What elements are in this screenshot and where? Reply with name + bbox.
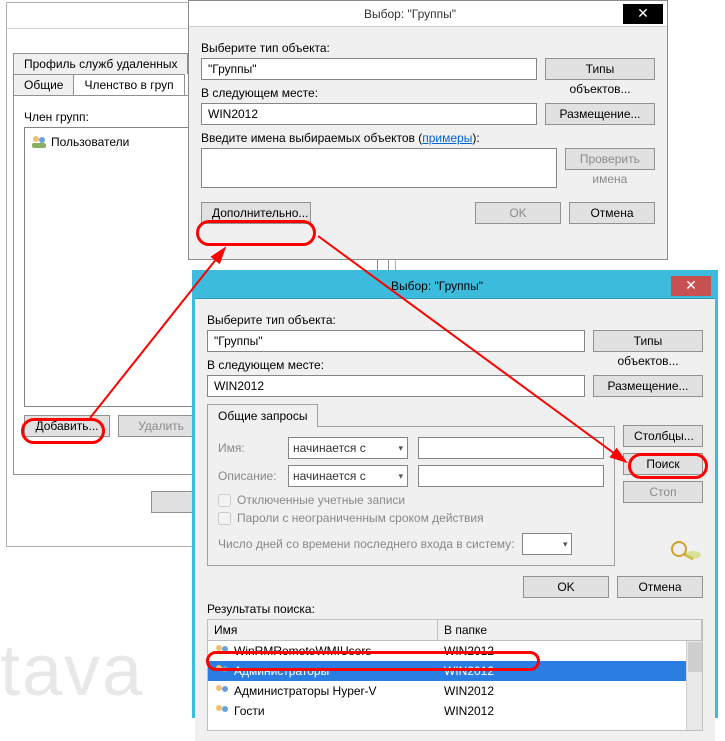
table-row[interactable]: Гости WIN2012 xyxy=(208,701,702,721)
results-label: Результаты поиска: xyxy=(207,602,703,616)
dialog1-ok-button[interactable]: OK xyxy=(475,202,561,224)
magnifier-icon xyxy=(667,539,703,561)
select-groups-dialog-2: Выбор: "Группы" ✕ Выберите тип объекта: … xyxy=(192,270,718,718)
group-icon xyxy=(214,663,230,679)
table-row[interactable]: WinRMRemoteWMIUsers WIN2012 xyxy=(208,641,702,661)
group-icon xyxy=(214,683,230,699)
location-button-2[interactable]: Размещение... xyxy=(593,375,703,397)
results-header: Имя В папке xyxy=(207,619,703,641)
add-button[interactable]: Добавить... xyxy=(24,415,110,437)
table-row[interactable]: Администраторы Hyper-V WIN2012 xyxy=(208,681,702,701)
search-button[interactable]: Поиск xyxy=(623,453,703,475)
name-combo[interactable]: начинается с▾ xyxy=(288,437,408,459)
dialog1-type-label: Выберите тип объекта: xyxy=(201,41,655,55)
tab-membership[interactable]: Членство в груп xyxy=(73,74,184,95)
desc-label: Описание: xyxy=(218,469,278,483)
nopwd-checkbox[interactable]: Пароли с неограниченным сроком действия xyxy=(218,511,604,525)
results-scrollbar[interactable] xyxy=(686,641,702,730)
tab-general[interactable]: Общие xyxy=(13,74,74,95)
dialog2-titlebar: Выбор: "Группы" ✕ xyxy=(195,273,715,299)
col-name-header[interactable]: Имя xyxy=(208,620,438,640)
group-icon xyxy=(31,134,47,150)
dialog1-location-field: WIN2012 xyxy=(201,103,537,125)
dialog1-type-field: "Группы" xyxy=(201,58,537,80)
check-names-button[interactable]: Проверить имена xyxy=(565,148,655,170)
types-button[interactable]: Типы объектов... xyxy=(545,58,655,80)
location-button[interactable]: Размещение... xyxy=(545,103,655,125)
results-list[interactable]: WinRMRemoteWMIUsers WIN2012 Администрато… xyxy=(207,641,703,731)
columns-button[interactable]: Столбцы... xyxy=(623,425,703,447)
days-combo[interactable]: ▾ xyxy=(522,533,572,555)
dialog2-type-field: "Группы" xyxy=(207,330,585,352)
stop-button[interactable]: Стоп xyxy=(623,481,703,503)
col-folder-header[interactable]: В папке xyxy=(438,620,702,640)
close-button-2[interactable]: ✕ xyxy=(671,276,711,296)
types-button-2[interactable]: Типы объектов... xyxy=(593,330,703,352)
dialog1-title: Выбор: "Группы" xyxy=(197,7,623,21)
desc-input[interactable] xyxy=(418,465,604,487)
dialog2-title: Выбор: "Группы" xyxy=(203,279,671,293)
dialog1-names-label: Введите имена выбираемых объектов (приме… xyxy=(201,131,655,145)
dialog1-names-field[interactable] xyxy=(201,148,557,188)
close-button[interactable]: ✕ xyxy=(623,4,663,24)
dialog2-ok-button[interactable]: OK xyxy=(523,576,609,598)
dialog2-cancel-button[interactable]: Отмена xyxy=(617,576,703,598)
watermark-text: tava xyxy=(0,630,144,712)
dialog1-cancel-button[interactable]: Отмена xyxy=(569,202,655,224)
advanced-button[interactable]: Дополнительно... xyxy=(201,202,311,224)
dialog1-titlebar: Выбор: "Группы" ✕ xyxy=(189,1,667,27)
table-row-selected[interactable]: Администраторы WIN2012 xyxy=(208,661,702,681)
dialog2-location-field: WIN2012 xyxy=(207,375,585,397)
desc-combo[interactable]: начинается с▾ xyxy=(288,465,408,487)
tab-profile[interactable]: Профиль служб удаленных xyxy=(13,53,188,74)
tab-queries[interactable]: Общие запросы xyxy=(207,404,318,427)
days-label: Число дней со времени последнего входа в… xyxy=(218,537,514,551)
examples-link[interactable]: примеры xyxy=(422,131,472,145)
dialog2-type-label: Выберите тип объекта: xyxy=(207,313,703,327)
name-label: Имя: xyxy=(218,441,278,455)
list-item-label: Пользователи xyxy=(51,135,129,149)
queries-panel: Имя: начинается с▾ Описание: начинается … xyxy=(207,426,615,566)
select-groups-dialog-1: Выбор: "Группы" ✕ Выберите тип объекта: … xyxy=(188,0,668,260)
group-icon xyxy=(214,643,230,659)
disabled-checkbox[interactable]: Отключенные учетные записи xyxy=(218,493,604,507)
group-icon xyxy=(214,703,230,719)
name-input[interactable] xyxy=(418,437,604,459)
